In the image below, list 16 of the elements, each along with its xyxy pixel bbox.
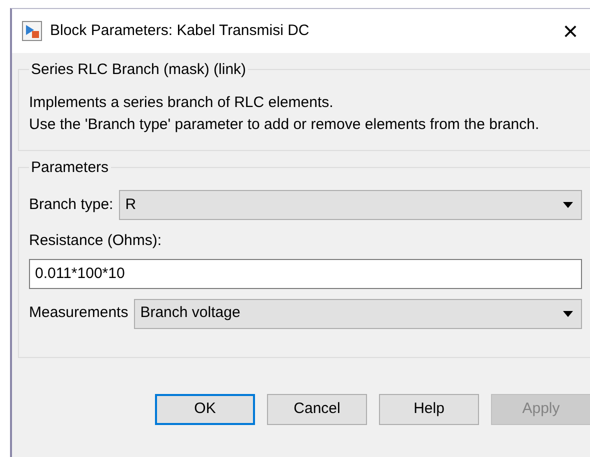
field-label: Resistance (Ohms): — [29, 231, 162, 251]
dialog-button[interactable]: Cancel — [267, 394, 367, 424]
dialog-button[interactable]: Help — [379, 394, 479, 424]
dropdown[interactable]: R — [119, 190, 582, 220]
caret-icon — [563, 202, 573, 208]
description-text: Use the 'Branch type' parameter to add or remove elements from the branch. — [29, 115, 540, 135]
close-button[interactable]: × — [558, 18, 582, 44]
field-label: Branch type: — [29, 194, 114, 215]
dialog-button[interactable]: OK — [155, 394, 255, 424]
input-field[interactable]: 0.011*100*10 — [29, 258, 582, 288]
caret-icon — [563, 310, 573, 316]
description-text: Implements a series branch of RLC elements. — [29, 93, 334, 113]
block-icon — [22, 21, 42, 41]
dropdown[interactable]: Branch voltage — [134, 298, 582, 328]
window-title: Block Parameters: Kabel Transmisi DC — [50, 20, 310, 41]
field-label: Measurements — [29, 303, 128, 324]
